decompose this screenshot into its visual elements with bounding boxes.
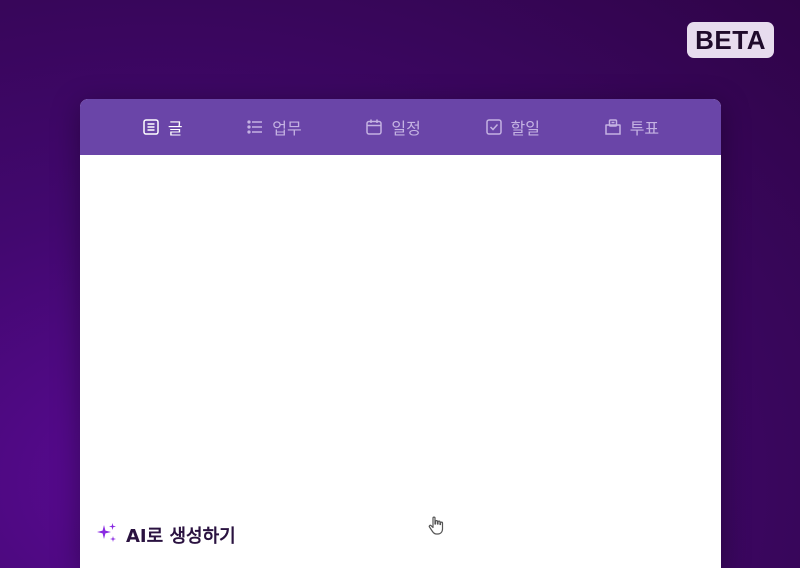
- tab-post-label: 글: [167, 119, 183, 138]
- ai-generate-label: AI로 생성하기: [126, 526, 236, 547]
- tab-post[interactable]: 글: [142, 115, 183, 139]
- beta-badge: BETA: [687, 22, 774, 58]
- ballot-box-icon: [604, 118, 622, 136]
- checkbox-icon: [485, 118, 503, 136]
- composer-panel: 글 업무 일정 할일 투표 AI로 생성하기: [80, 99, 721, 568]
- document-icon: [142, 118, 160, 136]
- tab-vote-label: 투표: [629, 119, 660, 138]
- list-icon: [246, 118, 264, 136]
- hand-pointer-icon: [428, 516, 444, 535]
- calendar-icon: [365, 118, 383, 136]
- tab-task[interactable]: 업무: [246, 115, 302, 139]
- tab-task-label: 업무: [272, 119, 302, 138]
- tab-schedule-label: 일정: [391, 119, 421, 138]
- tab-schedule[interactable]: 일정: [365, 115, 421, 139]
- tab-todo-label: 할일: [510, 119, 540, 138]
- tab-todo[interactable]: 할일: [485, 115, 540, 139]
- ai-generate-button[interactable]: AI로 생성하기: [96, 522, 236, 548]
- sparkle-icon: [96, 522, 118, 548]
- post-type-tabbar: 글 업무 일정 할일 투표: [80, 99, 721, 155]
- tab-vote[interactable]: 투표: [604, 115, 659, 139]
